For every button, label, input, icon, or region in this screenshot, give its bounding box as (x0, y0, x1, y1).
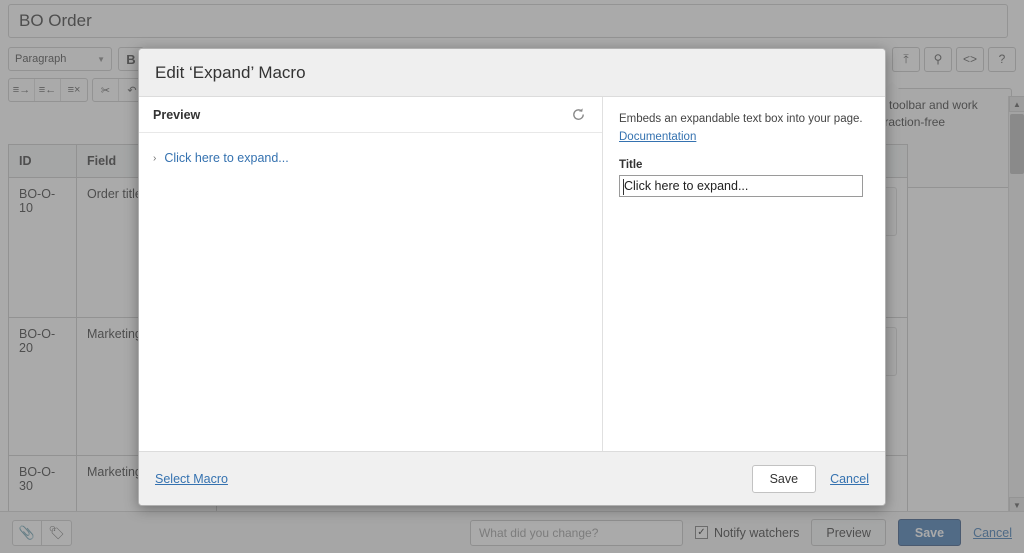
preview-panel: Preview › Click here to expand... (139, 97, 603, 451)
preview-heading: Preview (153, 108, 200, 122)
text-cursor (623, 179, 624, 195)
refresh-icon[interactable] (568, 105, 588, 125)
title-field-label: Title (619, 159, 869, 171)
title-input[interactable]: Click here to expand... (619, 175, 863, 197)
title-input-value: Click here to expand... (624, 179, 748, 193)
dialog-header: Edit ‘Expand’ Macro (139, 49, 885, 97)
dialog-body: Preview › Click here to expand... (139, 97, 885, 451)
dialog-footer: Select Macro Save Cancel (139, 451, 885, 505)
dialog-save-label: Save (770, 472, 799, 486)
screen-root: BO Order Paragraph ▼ B ≡→ ≡← ≡× ✂ ↶ ⤒ (0, 0, 1024, 553)
dialog-title: Edit ‘Expand’ Macro (155, 63, 306, 83)
macro-description: Embeds an expandable text box into your … (619, 111, 869, 127)
documentation-link[interactable]: Documentation (619, 131, 696, 143)
expand-macro-preview[interactable]: › Click here to expand... (153, 151, 588, 165)
dialog-footer-actions: Save Cancel (752, 465, 869, 493)
edit-macro-dialog: Edit ‘Expand’ Macro Preview › C (138, 48, 886, 506)
macro-settings-panel: Embeds an expandable text box into your … (603, 97, 885, 451)
preview-header: Preview (139, 97, 602, 133)
dialog-save-button[interactable]: Save (752, 465, 817, 493)
preview-content: › Click here to expand... (139, 133, 602, 451)
select-macro-link[interactable]: Select Macro (155, 472, 228, 486)
chevron-right-icon: › (153, 153, 156, 164)
dialog-cancel-link[interactable]: Cancel (830, 472, 869, 486)
expand-preview-label: Click here to expand... (164, 151, 288, 165)
